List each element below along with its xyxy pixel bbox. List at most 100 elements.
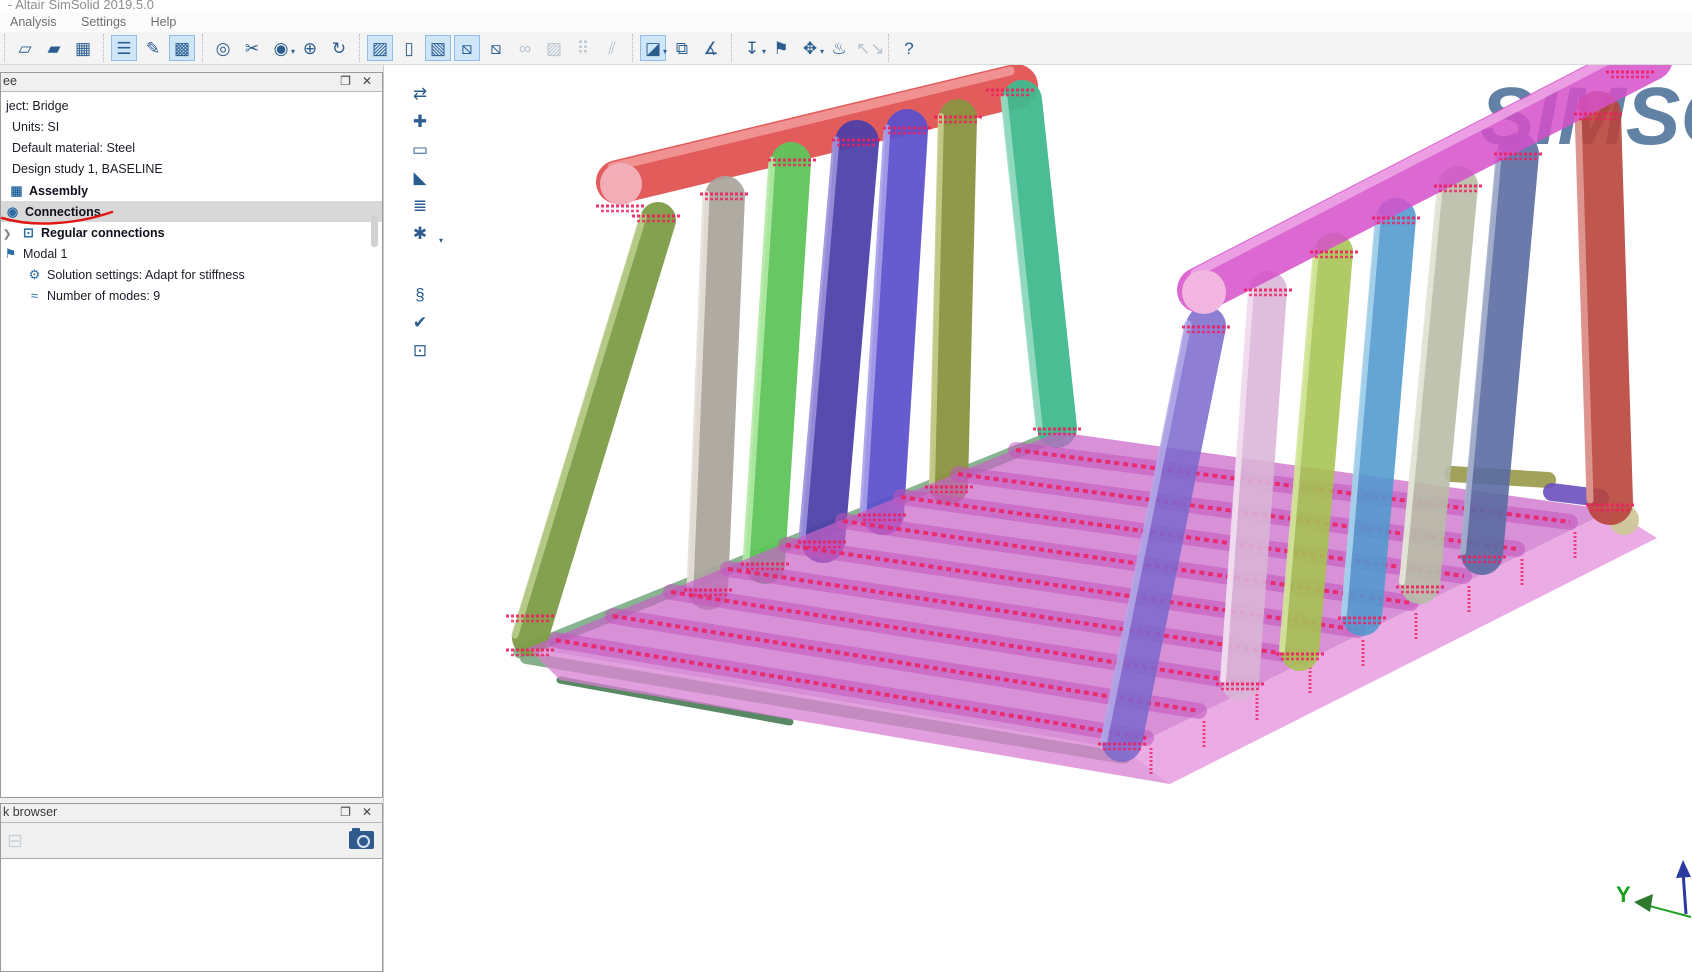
tree-item-label: Number of modes: 9	[44, 289, 160, 303]
annotations-view-button[interactable]: ✎	[140, 35, 166, 61]
tree-item-design-study[interactable]: Design study 1, BASELINE	[1, 159, 382, 180]
select-hatched-parts-button[interactable]: ▧	[425, 35, 451, 61]
select-parts-button[interactable]: ▨	[367, 35, 393, 61]
review-connections-button[interactable]: ⊡	[406, 339, 434, 362]
left-chord-end-cap	[600, 163, 642, 205]
triad-blue-axis	[1683, 872, 1686, 914]
right-column-slate	[1482, 154, 1518, 554]
show-hide-parts-button[interactable]: ◉▾	[268, 35, 294, 61]
project-tree: ject: Bridge Units: SI Default material: S…	[1, 92, 382, 306]
tree-item-label: Assembly	[26, 184, 88, 198]
left-column-gray	[708, 196, 725, 590]
open-project-button[interactable]: ▱	[12, 35, 38, 61]
tree-item-label: Solution settings: Adapt for stiffness	[44, 268, 245, 282]
bookmark-browser-title: k browser	[3, 805, 57, 819]
deselect-parts-button[interactable]: ⧅	[454, 35, 480, 61]
review-connections-check-button[interactable]: ✔	[406, 311, 434, 334]
tree-item-number-of-modes[interactable]: ≈Number of modes: 9	[1, 285, 382, 306]
show-isolate-parts-button[interactable]: ⊕	[297, 35, 323, 61]
right-chord-end-cap	[1182, 270, 1226, 314]
apply-load-dropdown-arrow-icon[interactable]: ▾	[762, 39, 766, 64]
show-hide-parts-dropdown-arrow-icon[interactable]: ▾	[291, 39, 295, 64]
tree-item-solution-settings[interactable]: ⚙Solution settings: Adapt for stiffness	[1, 264, 382, 285]
project-tree-panel-header[interactable]: ee ❐ ✕	[1, 73, 382, 92]
apply-load-button[interactable]: ↧▾	[739, 35, 765, 61]
toolbar-group: ◪▾⧉∡	[632, 34, 731, 62]
toolbar-group: ☰✎▩	[103, 34, 202, 62]
collapse-all-icon: ⊟	[7, 830, 23, 853]
main-toolbar: ▱▰▦☰✎▩◎✂◉▾⊕↻▨▯▧⧅⧅∞▨⠿⫽◪▾⧉∡↧▾⚑✥▾♨↖↘?	[0, 32, 1692, 65]
tree-item-connections[interactable]: ◉Connections	[1, 201, 382, 222]
tree-item-label: Default material: Steel	[9, 141, 135, 155]
panel-splitter-handle[interactable]	[371, 215, 378, 247]
add-connections-button[interactable]: ✚	[406, 110, 434, 133]
move-part-dropdown-arrow-icon[interactable]: ▾	[663, 39, 667, 64]
triad-y-label: Y	[1616, 882, 1631, 907]
import-geometry-button[interactable]: ▰	[41, 35, 67, 61]
connection-bar-button[interactable]: ▭	[406, 138, 434, 161]
connection-layers-button[interactable]: ≣	[406, 194, 434, 217]
project-tree-view-button[interactable]: ☰	[111, 35, 137, 61]
tree-item-units[interactable]: Units: SI	[1, 117, 382, 138]
menu-help[interactable]: Help	[141, 13, 187, 29]
springs-button[interactable]: §	[406, 283, 434, 306]
toolbar-group: ↧▾⚑✥▾♨↖↘	[731, 34, 888, 62]
float-panel-icon[interactable]: ❐	[337, 74, 355, 88]
review-glasses-button: ∞	[512, 35, 538, 61]
expand-chevron-icon[interactable]: ❯	[3, 224, 19, 245]
right-column-redbrown-endpost	[1598, 114, 1610, 502]
toolbar-groups: ▱▰▦☰✎▩◎✂◉▾⊕↻▨▯▧⧅⧅∞▨⠿⫽◪▾⧉∡↧▾⚑✥▾♨↖↘?	[0, 34, 929, 62]
tree-item-project[interactable]: ject: Bridge	[1, 96, 382, 117]
modes-wave-icon: ≈	[25, 285, 44, 306]
zoom-to-part-button[interactable]: ◎	[210, 35, 236, 61]
auto-connections-button[interactable]: ⇄	[406, 82, 434, 105]
collapse-viewports-button: ↖↘	[855, 35, 881, 61]
assembly-icon: ▦	[7, 180, 26, 201]
measure-button[interactable]: ∡	[698, 35, 724, 61]
spot-weld-button[interactable]: ✱▾	[406, 222, 434, 245]
left-column-olive2	[949, 118, 958, 486]
apply-displacement-button[interactable]: ✥▾	[797, 35, 823, 61]
menu-bar: Analysis Settings Help	[0, 13, 1692, 32]
tree-item-label: Regular connections	[38, 226, 165, 240]
apply-displacement-dropdown-arrow-icon[interactable]: ▾	[820, 39, 824, 64]
solution-settings-gear-icon: ⚙	[25, 264, 44, 285]
project-tree-panel: ee ❐ ✕ ject: Bridge Units: SI Default mate…	[0, 72, 383, 798]
menu-settings[interactable]: Settings	[71, 13, 136, 29]
tree-item-assembly[interactable]: ▦Assembly	[1, 180, 382, 201]
bookmark-toolbar: ⊟	[1, 823, 382, 859]
float-panel-icon[interactable]: ❐	[337, 805, 355, 819]
triad-y-arrowhead	[1634, 894, 1653, 912]
tree-item-label: Connections	[22, 205, 101, 219]
copy-parts-button[interactable]: ⧉	[669, 35, 695, 61]
apply-thermal-button[interactable]: ♨	[826, 35, 852, 61]
left-column-olive-endpost	[530, 220, 658, 638]
tree-item-label: ject: Bridge	[3, 99, 69, 113]
help-button[interactable]: ?	[896, 35, 922, 61]
close-panel-icon[interactable]: ✕	[358, 74, 376, 88]
apply-flag-constraint-button[interactable]: ⚑	[768, 35, 794, 61]
tree-item-label: Modal 1	[20, 247, 67, 261]
tree-item-default-material[interactable]: Default material: Steel	[1, 138, 382, 159]
close-panel-icon[interactable]: ✕	[358, 805, 376, 819]
select-box-button[interactable]: ▯	[396, 35, 422, 61]
bookmark-browser-view-button[interactable]: ▩	[169, 35, 195, 61]
transform-part-button[interactable]: ↻	[326, 35, 352, 61]
regular-connections-icon: ⊡	[19, 222, 38, 243]
connections-eye-icon: ◉	[3, 201, 22, 222]
move-part-button[interactable]: ◪▾	[640, 35, 666, 61]
camera-new-bookmark-button[interactable]	[349, 831, 374, 849]
menu-analysis[interactable]: Analysis	[0, 13, 67, 29]
spot-weld-dropdown-arrow-icon[interactable]: ▾	[439, 229, 443, 252]
tree-item-regular-connections[interactable]: ❯⊡Regular connections	[1, 222, 382, 243]
bookmark-browser-header[interactable]: k browser ❐ ✕	[1, 804, 382, 823]
review-part-glasses-button: ▨	[541, 35, 567, 61]
clip-section-button[interactable]: ✂	[239, 35, 265, 61]
strands-display-button: ⫽	[599, 35, 625, 61]
deselect-all-parts-button[interactable]: ⧅	[483, 35, 509, 61]
connection-wedge-button[interactable]: ◣	[406, 166, 434, 189]
save-project-button[interactable]: ▦	[70, 35, 96, 61]
tree-item-modal-1[interactable]: ⚑Modal 1	[1, 243, 382, 264]
left-column-teal-endpost	[1022, 100, 1057, 428]
tree-item-label: Design study 1, BASELINE	[9, 162, 163, 176]
